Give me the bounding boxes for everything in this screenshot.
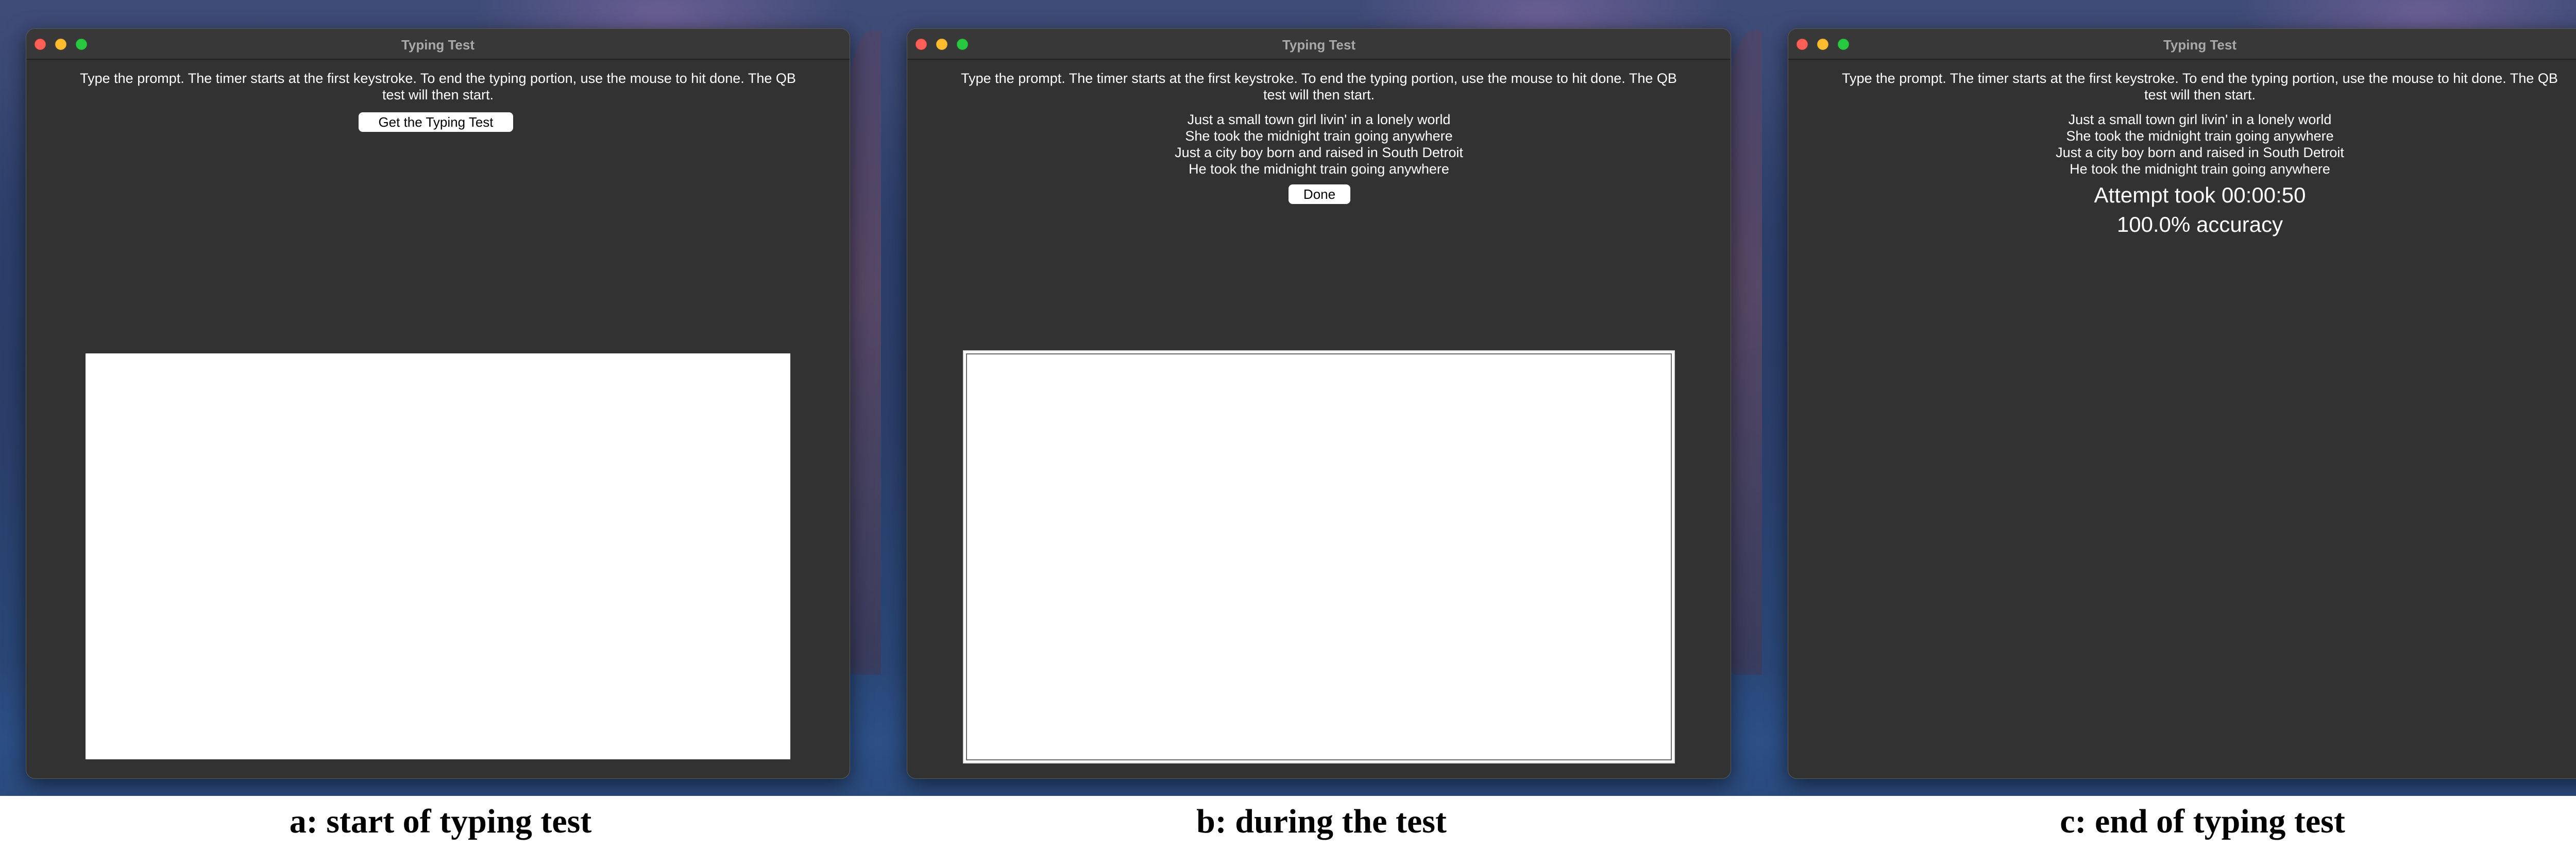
accuracy-text: 100.0% accuracy [2116, 212, 2283, 236]
window-titlebar[interactable]: Typing Test [907, 29, 1731, 60]
typing-test-window: Typing Test Type the prompt. The timer s… [26, 28, 850, 779]
done-button[interactable]: Done [1289, 184, 1350, 204]
panel-during: Typing Test Type the prompt. The timer s… [881, 0, 1762, 796]
prompt-line: Just a small town girl livin' in a lonel… [2068, 112, 2332, 127]
typing-test-window: Typing Test Type the prompt. The timer s… [1788, 28, 2576, 779]
prompt-line: Just a city boy born and raised in South… [1175, 145, 1463, 160]
caption-b: b: during the test [1196, 803, 1447, 840]
typing-test-window: Typing Test Type the prompt. The timer s… [907, 28, 1731, 779]
instructions-text: Type the prompt. The timer starts at the… [961, 71, 1677, 103]
typing-prompt: Just a small town girl livin' in a lonel… [1891, 111, 2509, 177]
typing-input-area[interactable] [963, 350, 1675, 763]
prompt-line: Just a city boy born and raised in South… [2056, 145, 2344, 160]
window-title: Typing Test [1282, 37, 1356, 53]
caption-a: a: start of typing test [289, 803, 592, 840]
prompt-line: He took the midnight train going anywher… [2070, 161, 2330, 177]
window-titlebar[interactable]: Typing Test [1788, 29, 2576, 60]
attempt-time-text: Attempt took 00:00:50 [2094, 183, 2306, 207]
window-title: Typing Test [2163, 37, 2237, 53]
get-typing-test-button[interactable]: Get the Typing Test [359, 112, 513, 132]
window-titlebar[interactable]: Typing Test [26, 29, 850, 60]
prompt-line: She took the midnight train going anywhe… [2066, 128, 2334, 144]
panel-start: Typing Test Type the prompt. The timer s… [0, 0, 881, 796]
prompt-line: She took the midnight train going anywhe… [1185, 128, 1453, 144]
typing-canvas[interactable] [86, 353, 790, 759]
panel-end: Typing Test Type the prompt. The timer s… [1762, 0, 2576, 796]
window-title: Typing Test [401, 37, 475, 53]
instructions-text: Type the prompt. The timer starts at the… [1842, 71, 2558, 103]
caption-c: c: end of typing test [2060, 803, 2345, 840]
typing-prompt: Just a small town girl livin' in a lonel… [1010, 111, 1628, 177]
instructions-text: Type the prompt. The timer starts at the… [80, 71, 796, 103]
prompt-line: Just a small town girl livin' in a lonel… [1187, 112, 1451, 127]
prompt-line: He took the midnight train going anywher… [1189, 161, 1449, 177]
